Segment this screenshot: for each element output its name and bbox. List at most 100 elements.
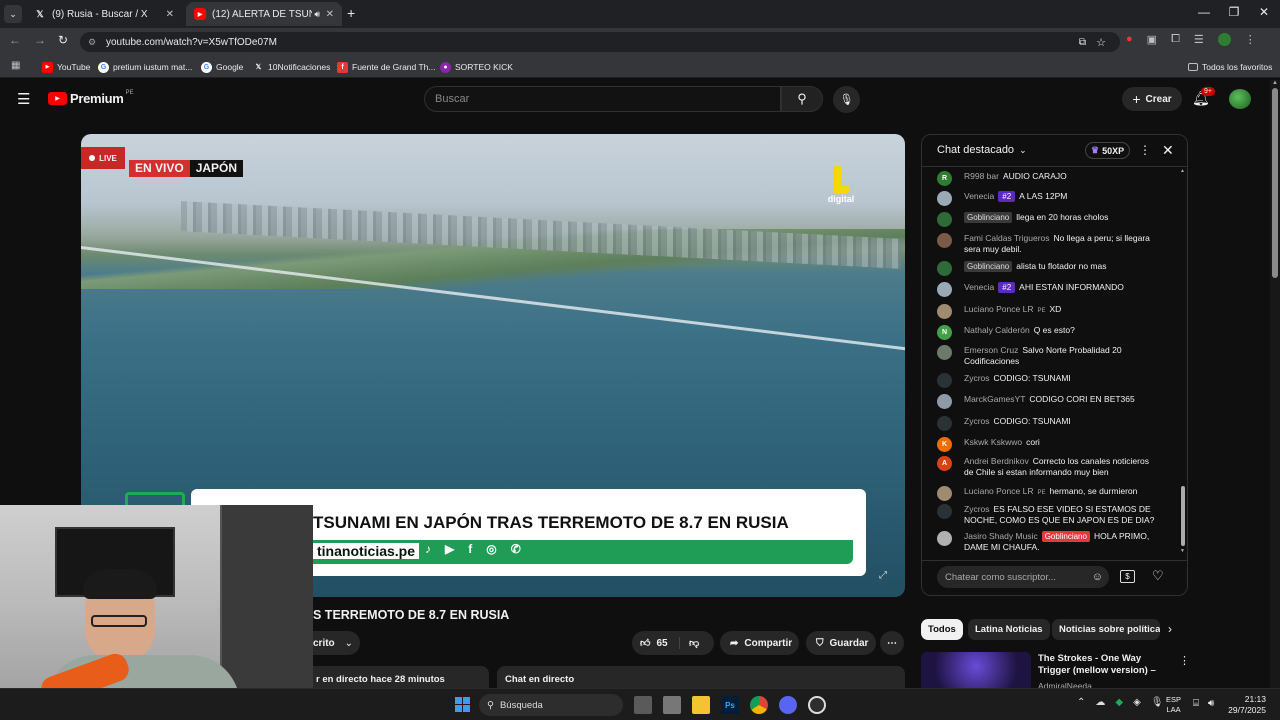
profile-avatar[interactable]: [1217, 33, 1231, 46]
speaker-icon[interactable]: 🔊︎: [314, 9, 320, 20]
chat-author[interactable]: Kskwk Kskwwo: [964, 437, 1022, 447]
chat-message[interactable]: Goblinciano alista tu flotador no mas: [937, 261, 1159, 276]
chat-close-icon[interactable]: ✕: [1162, 142, 1174, 159]
network-icon[interactable]: ⌸: [1193, 698, 1199, 709]
cloud-icon[interactable]: ☁: [1095, 697, 1105, 708]
bookmark-youtube[interactable]: ▶ YouTube: [42, 60, 90, 74]
chat-author[interactable]: Zycros: [964, 416, 990, 426]
related-channel[interactable]: AdmiralNeeda: [1038, 681, 1092, 688]
chevron-up-icon[interactable]: ⌃: [1077, 697, 1085, 708]
heart-icon[interactable]: ♡: [1152, 568, 1164, 584]
chat-message[interactable]: MarckGamesYT CODIGO CORI EN BET365: [937, 394, 1159, 409]
chip-noticias-politica[interactable]: Noticias sobre política: [1052, 619, 1160, 640]
youtube-premium-logo[interactable]: ▶ Premium PE: [48, 90, 134, 106]
discord-icon[interactable]: [779, 696, 797, 714]
chat-input[interactable]: Chatear como suscriptor... ☺: [937, 566, 1109, 588]
chat-message[interactable]: Zycros ES FALSO ESE VIDEO SI ESTAMOS DE N…: [937, 504, 1159, 526]
chat-message[interactable]: R R998 bar AUDIO CARAJO: [937, 171, 1159, 186]
avatar[interactable]: [937, 233, 952, 248]
obs-icon[interactable]: [808, 696, 826, 714]
search-button[interactable]: ⚲: [781, 86, 823, 112]
chat-author[interactable]: Luciano Ponce LR: [964, 486, 1033, 496]
avatar[interactable]: R: [937, 171, 952, 186]
account-avatar[interactable]: [1229, 89, 1251, 109]
chat-message[interactable]: Zycros CODIGO: TSUNAMI: [937, 373, 1159, 388]
chat-author[interactable]: Jasiro Shady Music: [964, 531, 1038, 541]
back-arrow-icon[interactable]: ←: [9, 33, 21, 47]
bookmark-10notificaciones[interactable]: 𝕏 10Notificaciones: [253, 60, 331, 74]
super-chat-icon[interactable]: $: [1120, 570, 1135, 583]
language-indicator[interactable]: ESP LAA: [1166, 695, 1181, 715]
hamburger-menu-icon[interactable]: ☰: [17, 90, 30, 108]
tab-x-rusia[interactable]: 𝕏 (9) Rusia - Buscar / X ✕: [26, 2, 182, 26]
chat-message[interactable]: Jasiro Shady Music Goblinciano HOLA PRIMO,…: [937, 531, 1159, 553]
related-video-title[interactable]: The Strokes - One Way Trigger (mellow ve…: [1038, 653, 1172, 677]
description-box[interactable]: r en directo hace 28 minutos: [300, 666, 489, 690]
like-button[interactable]: 👍︎ 65: [632, 637, 680, 649]
avatar[interactable]: [937, 531, 952, 546]
avatar[interactable]: [937, 191, 952, 206]
scroll-up-icon[interactable]: ▲: [1270, 80, 1280, 86]
avatar[interactable]: [937, 416, 952, 431]
site-info-icon[interactable]: ⚙: [88, 37, 96, 48]
create-button[interactable]: + Crear: [1122, 87, 1182, 111]
chat-message[interactable]: Venecia #2 A LAS 12PM: [937, 191, 1159, 206]
chat-message[interactable]: N Nathaly Calderón Q es esto?: [937, 325, 1159, 340]
chat-mode-dropdown[interactable]: Chat destacado ⌄: [937, 144, 1027, 156]
all-bookmarks[interactable]: Todos los favoritos: [1188, 60, 1272, 74]
scroll-up-icon[interactable]: ▲: [1180, 168, 1186, 174]
task-view-icon[interactable]: [634, 696, 652, 714]
page-scrollbar[interactable]: ▲: [1270, 80, 1280, 688]
chat-author[interactable]: R998 bar: [964, 171, 999, 181]
apps-icon[interactable]: ▦: [11, 60, 20, 71]
chat-author[interactable]: Andrei Berdnikov: [964, 456, 1029, 466]
forward-arrow-icon[interactable]: →: [34, 33, 46, 47]
reload-icon[interactable]: ↻: [58, 33, 68, 47]
avatar[interactable]: [937, 282, 952, 297]
bookmark-star-icon[interactable]: ☆: [1096, 36, 1106, 49]
chrome-icon[interactable]: [750, 696, 768, 714]
chat-author[interactable]: Nathaly Calderón: [964, 325, 1030, 335]
chip-todos[interactable]: Todos: [921, 619, 963, 640]
avatar[interactable]: [937, 486, 952, 501]
chat-message[interactable]: Fami Caldas Trigueros No llega a peru; si…: [937, 233, 1159, 255]
chat-replay-box[interactable]: Chat en directo: [497, 666, 905, 690]
chat-more-icon[interactable]: ⋮: [1139, 143, 1151, 157]
chat-author-mod[interactable]: Goblinciano: [964, 261, 1013, 272]
scrollbar-thumb[interactable]: [1272, 88, 1278, 278]
chat-author[interactable]: Zycros: [964, 504, 990, 514]
chat-message[interactable]: Luciano Ponce LR PE hermano, se durmieron: [937, 486, 1159, 501]
tray-app-icon[interactable]: ◆: [1115, 697, 1123, 708]
file-explorer-icon[interactable]: [692, 696, 710, 714]
cast-icon[interactable]: ⧉: [1079, 37, 1086, 48]
close-icon[interactable]: ✕: [326, 9, 334, 20]
bookmark-sorteo-kick[interactable]: ● SORTEO KICK: [440, 60, 513, 74]
address-bar[interactable]: ⚙ youtube.com/watch?v=X5wTfODe07M ⧉ ☆: [80, 32, 1120, 52]
chevron-right-icon[interactable]: ›: [1168, 622, 1172, 636]
bookmark-google[interactable]: G Google: [201, 60, 243, 74]
chat-author[interactable]: MarckGamesYT: [964, 394, 1025, 404]
menu-icon[interactable]: ⋮: [1245, 33, 1256, 46]
tab-youtube-alerta[interactable]: ▶ (12) ALERTA DE TSUNAMI E 🔊︎ ✕: [186, 2, 342, 26]
avatar[interactable]: [937, 373, 952, 388]
chat-author[interactable]: Emerson Cruz: [964, 345, 1018, 355]
chip-latina-noticias[interactable]: Latina Noticias: [968, 619, 1050, 640]
avatar[interactable]: A: [937, 456, 952, 471]
avatar[interactable]: [937, 212, 952, 227]
clock[interactable]: 21:13 29/7/2025: [1226, 694, 1266, 716]
photoshop-icon[interactable]: Ps: [721, 696, 739, 714]
avatar[interactable]: [937, 261, 952, 276]
chat-scrollbar[interactable]: ▲ ▼: [1180, 168, 1186, 556]
save-button[interactable]: ⛉ Guardar: [806, 631, 876, 655]
chat-message[interactable]: K Kskwk Kskwwo cori: [937, 437, 1159, 452]
chat-message[interactable]: Luciano Ponce LR PE XD: [937, 304, 1159, 319]
chat-author[interactable]: Fami Caldas Trigueros: [964, 233, 1050, 243]
bookmark-pretium[interactable]: Gpretium iustum mat...: [98, 60, 192, 74]
chat-message[interactable]: Emerson Cruz Salvo Norte Probalidad 20 Co…: [937, 345, 1159, 367]
avatar[interactable]: N: [937, 325, 952, 340]
volume-icon[interactable]: 🔊︎: [1208, 698, 1214, 709]
related-more-icon[interactable]: ⋮: [1179, 654, 1190, 667]
close-icon[interactable]: ✕: [166, 9, 174, 20]
chat-message[interactable]: Zycros CODIGO: TSUNAMI: [937, 416, 1159, 431]
avatar[interactable]: [937, 394, 952, 409]
